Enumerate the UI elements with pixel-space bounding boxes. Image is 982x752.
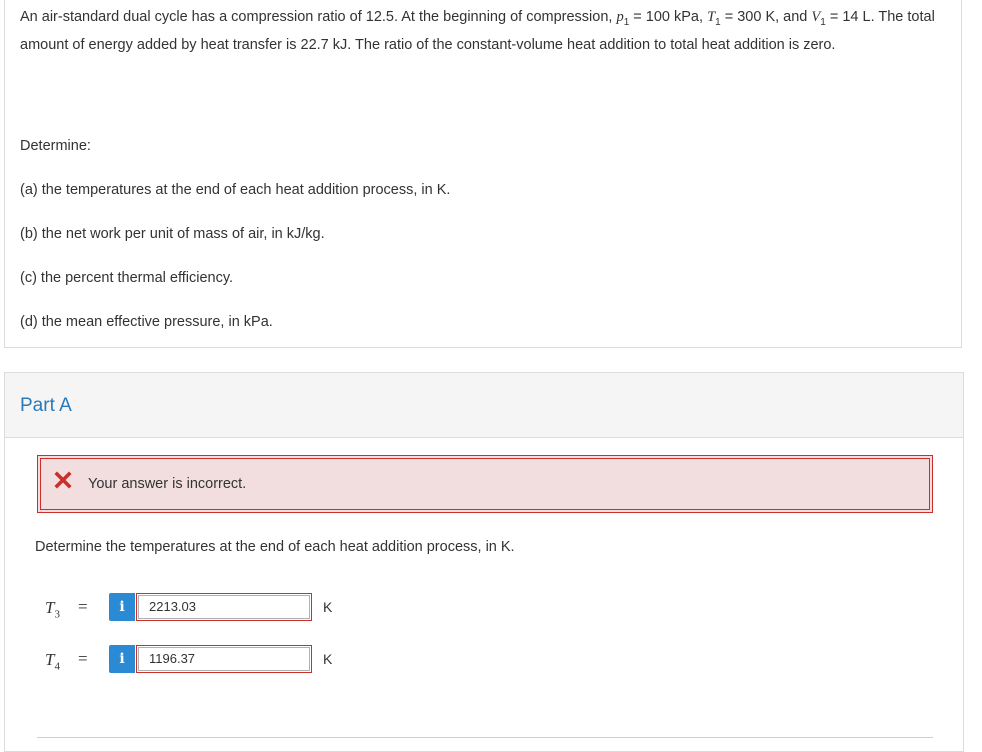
intro-text: An air-standard dual cycle has a compres… xyxy=(20,9,617,25)
question-item-a: (a) the temperatures at the end of each … xyxy=(20,182,451,198)
t4-subscript: 4 xyxy=(54,660,60,673)
t3-unit: K xyxy=(323,599,333,615)
t1-value: = 300 K, and xyxy=(720,9,812,25)
t1-symbol: T xyxy=(707,9,716,25)
v1-value: = 14 L. xyxy=(825,9,875,25)
part-a-header[interactable]: Part A xyxy=(5,373,963,438)
problem-intro: An air-standard dual cycle has a compres… xyxy=(20,6,945,56)
info-icon[interactable]: i xyxy=(109,593,135,621)
t3-equals: = xyxy=(78,597,88,616)
part-a-title[interactable]: Part A xyxy=(20,395,72,417)
t4-answer-input[interactable]: 1196.37 xyxy=(136,645,312,673)
part-a-card: Part A Your answer is incorrect. Determi… xyxy=(4,372,964,752)
info-icon[interactable]: i xyxy=(109,645,135,673)
question-item-c: (c) the percent thermal efficiency. xyxy=(20,270,234,286)
v1-symbol: V xyxy=(811,9,821,25)
problem-statement-card: An air-standard dual cycle has a compres… xyxy=(4,0,962,348)
question-item-d: (d) the mean effective pressure, in kPa. xyxy=(20,314,273,330)
incorrect-feedback-banner: Your answer is incorrect. xyxy=(37,455,933,513)
part-a-question: Determine the temperatures at the end of… xyxy=(35,539,515,555)
close-x-icon xyxy=(54,471,72,489)
p1-symbol: p xyxy=(616,9,624,25)
feedback-text: Your answer is incorrect. xyxy=(88,476,247,492)
t4-unit: K xyxy=(323,651,333,667)
divider xyxy=(37,737,933,738)
t3-answer-input[interactable]: 2213.03 xyxy=(136,593,312,621)
t4-label: T4 xyxy=(45,650,60,672)
question-item-b: (b) the net work per unit of mass of air… xyxy=(20,226,325,242)
p1-value: = 100 kPa, xyxy=(629,9,708,25)
t3-label: T3 xyxy=(45,598,60,620)
determine-label: Determine: xyxy=(20,138,91,154)
t4-equals: = xyxy=(78,649,88,668)
t3-subscript: 3 xyxy=(54,608,60,621)
